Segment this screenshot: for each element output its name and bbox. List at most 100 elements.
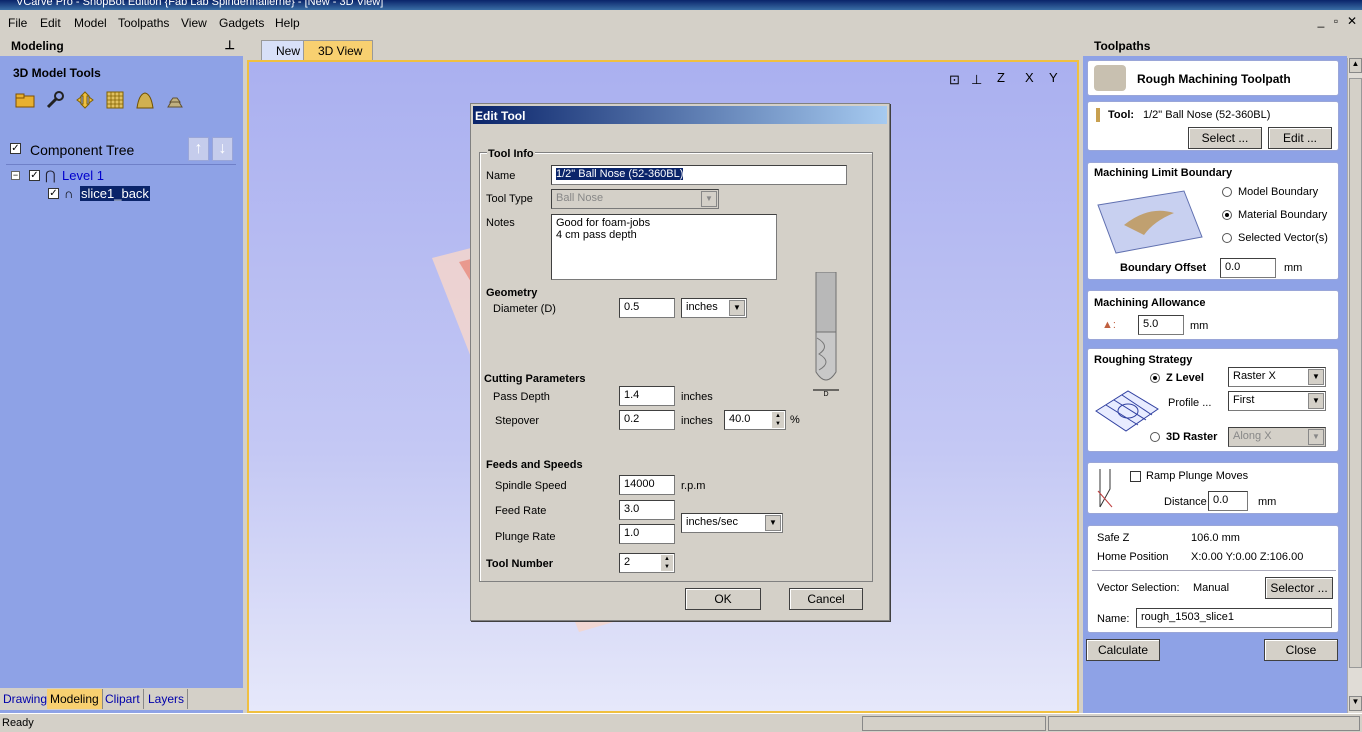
- panel-scrollbar[interactable]: ▲ ▼: [1347, 58, 1362, 713]
- name-field[interactable]: 1/2" Ball Nose (52-360BL): [551, 165, 847, 185]
- wrench-icon[interactable]: [45, 90, 65, 110]
- component-tree-header: ✓ Component Tree ↑ ↓: [6, 137, 236, 165]
- tool-type-select[interactable]: Ball Nose ▼: [551, 189, 719, 209]
- modeling-panel: Modeling ⊥ 3D Model Tools ✓ Component Tre…: [0, 35, 243, 713]
- stepover-percent-spinner[interactable]: 40.0 ▲ ▼: [724, 410, 786, 430]
- 3d-raster-radio[interactable]: [1150, 432, 1160, 442]
- move-down-icon[interactable]: ↓: [212, 137, 233, 161]
- selector-button[interactable]: Selector ...: [1265, 577, 1333, 599]
- ramp-plunge-label: Ramp Plunge Moves: [1146, 470, 1249, 482]
- pin-icon[interactable]: ⊥: [225, 38, 235, 52]
- stepover-field[interactable]: 0.2: [619, 410, 675, 430]
- roughing-box: Roughing Strategy Z Level Raster X ▼ Prof…: [1087, 348, 1339, 452]
- move-up-icon[interactable]: ↑: [188, 137, 209, 161]
- allowance-field[interactable]: 5.0: [1138, 315, 1184, 335]
- safe-z-label: Safe Z: [1097, 532, 1130, 544]
- layers-stack-icon[interactable]: [165, 90, 185, 110]
- menu-toolpaths[interactable]: Toolpaths: [118, 16, 169, 30]
- scroll-thumb[interactable]: [1349, 78, 1362, 668]
- view-y-icon[interactable]: Y: [1049, 70, 1058, 85]
- rate-units-select[interactable]: inches/sec ▼: [681, 513, 783, 533]
- toolpath-name-field[interactable]: rough_1503_slice1: [1136, 608, 1332, 628]
- ramp-plunge-icon: [1097, 469, 1113, 508]
- close-button[interactable]: Close: [1264, 639, 1338, 661]
- tab-clipart[interactable]: Clipart: [102, 689, 144, 709]
- selected-vectors-radio[interactable]: [1222, 233, 1232, 243]
- view-z-icon[interactable]: Z: [997, 70, 1005, 85]
- view-x-icon[interactable]: X: [1025, 70, 1034, 85]
- ramp-plunge-checkbox[interactable]: [1130, 471, 1141, 482]
- menu-view[interactable]: View: [181, 16, 207, 30]
- cancel-button[interactable]: Cancel: [789, 588, 863, 610]
- pass-depth-field[interactable]: 1.4: [619, 386, 675, 406]
- plunge-rate-field[interactable]: 1.0: [619, 524, 675, 544]
- scroll-down-icon[interactable]: ▼: [1349, 696, 1362, 711]
- calculate-button[interactable]: Calculate: [1086, 639, 1160, 661]
- edit-tool-button[interactable]: Edit ...: [1268, 127, 1332, 149]
- component-checkbox[interactable]: ✓: [48, 188, 59, 199]
- menu-help[interactable]: Help: [275, 16, 300, 30]
- z-level-select[interactable]: Raster X ▼: [1228, 367, 1326, 387]
- minimize-icon[interactable]: _: [1314, 14, 1328, 28]
- chevron-down-icon: ▼: [765, 515, 781, 531]
- feed-rate-label: Feed Rate: [495, 505, 547, 517]
- tab-layers[interactable]: Layers: [145, 689, 189, 709]
- pass-depth-label: Pass Depth: [493, 391, 550, 403]
- z-level-label: Z Level: [1166, 372, 1204, 384]
- zoom-extents-icon[interactable]: ⊡: [949, 72, 960, 88]
- profile-value: First: [1233, 394, 1255, 406]
- window-titlebar: VCarve Pro - ShopBot Edition {Fab Lab Sp…: [0, 0, 1362, 10]
- tab-modeling[interactable]: Modeling: [47, 689, 103, 709]
- notes-field[interactable]: Good for foam-jobs 4 cm pass depth: [551, 214, 777, 280]
- tree-level-label[interactable]: Level 1: [62, 168, 104, 183]
- spindle-speed-field[interactable]: 14000: [619, 475, 675, 495]
- move-arrows-icon[interactable]: [75, 90, 95, 110]
- 3d-raster-value: Along X: [1233, 430, 1272, 442]
- divider: [1092, 570, 1336, 571]
- spinner-arrows-icon[interactable]: ▲ ▼: [661, 555, 673, 571]
- tab-3d-view[interactable]: 3D View: [303, 40, 374, 60]
- boundary-offset-field[interactable]: 0.0: [1220, 258, 1276, 278]
- status-text: Ready: [2, 717, 34, 729]
- tool-number-spinner[interactable]: 2 ▲ ▼: [619, 553, 675, 573]
- diameter-field[interactable]: 0.5: [619, 298, 675, 318]
- panel-header: Toolpaths: [1083, 35, 1347, 56]
- tab-drawing[interactable]: Drawing: [0, 689, 52, 709]
- distance-field[interactable]: 0.0: [1208, 491, 1248, 511]
- grid-icon[interactable]: [105, 90, 125, 110]
- dome-icon[interactable]: [135, 90, 155, 110]
- feed-rate-field[interactable]: 3.0: [619, 500, 675, 520]
- chevron-down-icon: ▼: [701, 191, 717, 207]
- menu-gadgets[interactable]: Gadgets: [219, 16, 264, 30]
- diameter-units-select[interactable]: inches ▼: [681, 298, 747, 318]
- component-tree-checkbox[interactable]: ✓: [10, 143, 21, 154]
- home-position-value: X:0.00 Y:0.00 Z:106.00: [1191, 551, 1304, 563]
- menu-edit[interactable]: Edit: [40, 16, 61, 30]
- menu-file[interactable]: File: [8, 16, 27, 30]
- spinner-arrows-icon[interactable]: ▲ ▼: [772, 412, 784, 428]
- allowance-units: mm: [1190, 320, 1209, 332]
- level-checkbox[interactable]: ✓: [29, 170, 40, 181]
- select-tool-button[interactable]: Select ...: [1188, 127, 1262, 149]
- model-boundary-radio[interactable]: [1222, 187, 1232, 197]
- chevron-down-icon: ▼: [1308, 369, 1324, 385]
- ok-button[interactable]: OK: [685, 588, 761, 610]
- material-boundary-radio[interactable]: [1222, 210, 1232, 220]
- open-folder-icon[interactable]: [15, 90, 35, 110]
- collapse-icon[interactable]: −: [11, 171, 20, 180]
- restore-icon[interactable]: ▫: [1329, 14, 1343, 28]
- close-icon[interactable]: ✕: [1345, 14, 1359, 28]
- 3d-raster-select[interactable]: Along X ▼: [1228, 427, 1326, 447]
- view-iso-icon[interactable]: ⊥: [971, 72, 982, 88]
- z-level-radio[interactable]: [1150, 373, 1160, 383]
- status-pane: [862, 716, 1046, 731]
- boundary-offset-label: Boundary Offset: [1120, 262, 1207, 274]
- profile-select[interactable]: First ▼: [1228, 391, 1326, 411]
- scroll-up-icon[interactable]: ▲: [1349, 58, 1362, 73]
- pass-depth-units: inches: [681, 391, 713, 403]
- tool-type-label: Tool Type: [486, 193, 533, 205]
- stepover-percent-value: 40.0: [729, 413, 751, 425]
- tree-component-label[interactable]: slice1_back: [80, 186, 150, 201]
- feeds-speeds-title: Feeds and Speeds: [486, 459, 583, 471]
- menu-model[interactable]: Model: [74, 16, 107, 30]
